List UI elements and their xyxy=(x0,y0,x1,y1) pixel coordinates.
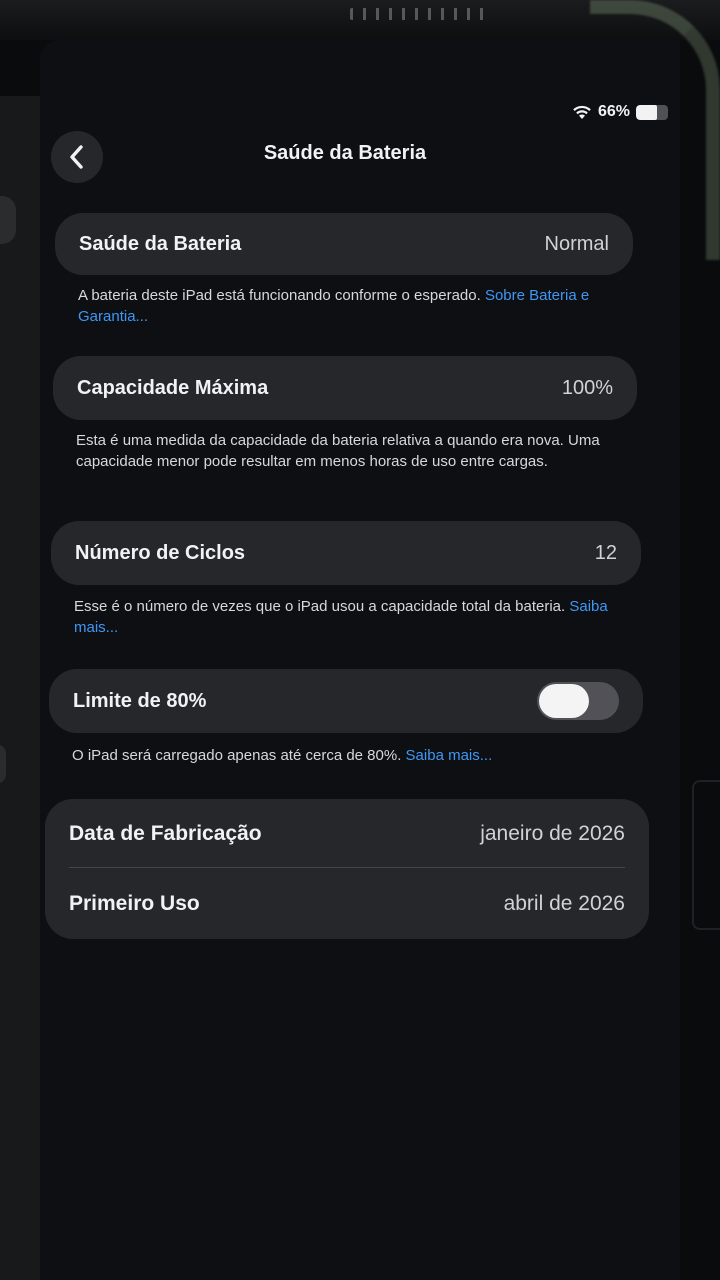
limit-80-label: Limite de 80% xyxy=(73,689,207,712)
manufacture-date-label: Data de Fabricação xyxy=(69,822,262,845)
divider xyxy=(69,867,625,868)
cycle-count-note: Esse é o número de vezes que o iPad usou… xyxy=(74,596,614,638)
device-left-bezel xyxy=(0,96,40,1280)
battery-health-note-text: A bateria deste iPad está funcionando co… xyxy=(78,287,485,304)
toggle-thumb xyxy=(539,684,589,718)
limit-learn-more-link[interactable]: Saiba mais... xyxy=(406,747,493,764)
speaker-grille xyxy=(350,8,486,20)
max-capacity-value: 100% xyxy=(561,376,613,399)
limit-80-row: Limite de 80% xyxy=(49,669,643,733)
cycle-count-note-text: Esse é o número de vezes que o iPad usou… xyxy=(74,598,570,615)
status-bar: 66% xyxy=(572,102,668,122)
limit-80-note-text: O iPad será carregado apenas até cerca d… xyxy=(72,747,406,764)
first-use-row: Primeiro Uso abril de 2026 xyxy=(69,869,625,939)
wifi-icon xyxy=(573,105,591,119)
cycle-count-value: 12 xyxy=(594,541,617,564)
limit-80-note: O iPad será carregado apenas até cerca d… xyxy=(72,745,632,766)
cycle-count-row: Número de Ciclos 12 xyxy=(51,521,641,585)
side-button xyxy=(0,196,16,244)
max-capacity-row: Capacidade Máxima 100% xyxy=(53,356,637,420)
first-use-label: Primeiro Uso xyxy=(69,892,200,915)
back-button[interactable] xyxy=(51,131,103,183)
max-capacity-label: Capacidade Máxima xyxy=(77,376,269,399)
battery-health-note: A bateria deste iPad está funcionando co… xyxy=(78,285,618,327)
side-button xyxy=(0,744,6,784)
limit-80-toggle[interactable] xyxy=(537,682,619,720)
battery-icon xyxy=(636,104,668,120)
battery-health-row: Saúde da Bateria Normal xyxy=(55,213,633,275)
device-side-button xyxy=(692,780,720,930)
manufacture-date-value: janeiro de 2026 xyxy=(480,822,625,845)
max-capacity-note: Esta é uma medida da capacidade da bater… xyxy=(76,432,600,470)
chevron-left-icon xyxy=(70,145,83,169)
battery-health-label: Saúde da Bateria xyxy=(79,232,242,255)
first-use-value: abril de 2026 xyxy=(503,892,625,915)
dates-card: Data de Fabricação janeiro de 2026 Prime… xyxy=(45,799,649,939)
page-title: Saúde da Bateria xyxy=(263,142,427,164)
battery-percent: 66% xyxy=(597,103,630,120)
cycle-count-label: Número de Ciclos xyxy=(75,541,246,564)
battery-health-value: Normal xyxy=(544,232,609,255)
battery-fill xyxy=(636,104,658,120)
manufacture-date-row: Data de Fabricação janeiro de 2026 xyxy=(69,799,625,869)
